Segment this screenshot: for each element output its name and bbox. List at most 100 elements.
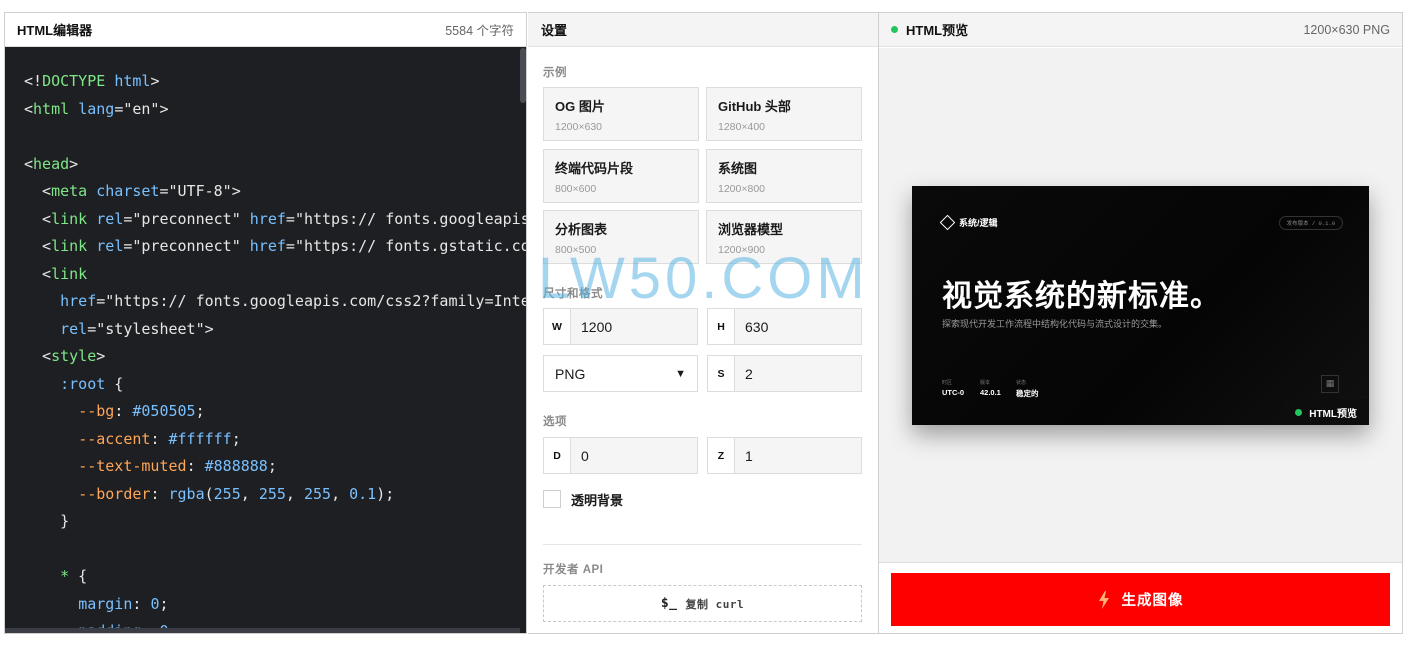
zoom-value[interactable]: 1 [735,448,753,464]
height-field[interactable]: H 630 [707,308,862,345]
diamond-logo-icon [939,214,956,231]
editor-title: HTML编辑器 [17,23,93,38]
copy-curl-label: 复制 curl [685,597,745,611]
delay-key: D [544,438,571,473]
preset-size: 1200×630 [555,121,603,133]
og-brand-text: 系统/逻辑 [959,218,998,228]
preset-github-header[interactable]: GitHub 头部 1280×400 [706,87,862,141]
height-key: H [708,309,735,344]
settings-title: 设置 [541,23,568,38]
og-stat-key: 版本 [980,380,991,386]
settings-header: 设置 [528,13,878,47]
transparent-label: 透明背景 [571,493,624,508]
format-value: PNG [555,365,586,382]
preset-system-diagram[interactable]: 系统图 1200×800 [706,149,862,203]
preset-name: 分析图表 [555,222,608,237]
code-line: <head> [24,154,79,173]
zoom-field[interactable]: Z 1 [707,437,862,474]
code-line: <html lang="en"> [24,99,169,118]
copy-curl-button[interactable]: $_ 复制 curl [543,585,862,622]
og-stat-key: 状态 [1016,380,1027,386]
delay-field[interactable]: D 0 [543,437,698,474]
og-stat-version: 版本 42.0.1 [980,379,1001,397]
scale-value[interactable]: 2 [735,366,753,382]
code-line: } [24,512,70,530]
code-editor[interactable]: <!DOCTYPE html> <html lang="en"> <head> <… [5,48,526,633]
settings-panel: 设置 示例 OG 图片 1200×630 GitHub 头部 1280×400 … [528,12,878,634]
char-count: 5584 个字符 [445,24,514,38]
code-line: <style> [24,347,106,365]
code-line: href="https:// fonts.googleapis.com/css2… [60,292,526,310]
preset-size: 1200×800 [718,183,766,195]
og-stat-status: 状态 稳定的 [1016,379,1039,399]
preview-panel: HTML预览 1200×630 PNG 系统/逻辑 发布版本 / 0.1.0 视… [878,12,1403,634]
code-line: --border: rgba(255, 255, 255, 0.1); [78,484,395,503]
preset-terminal-snippet[interactable]: 终端代码片段 800×600 [543,149,699,203]
scale-key: S [708,356,735,391]
size-format-label: 尺寸和格式 [543,288,603,300]
og-brand: 系统/逻辑 [939,214,998,231]
delay-value[interactable]: 0 [571,448,589,464]
og-headline: 视觉系统的新标准。 [942,279,1221,314]
transparent-checkbox[interactable] [543,490,561,508]
options-label: 选项 [543,416,567,428]
width-key: W [544,309,571,344]
preset-size: 1280×400 [718,121,766,133]
code-line: <!DOCTYPE html> [24,72,160,90]
height-value[interactable]: 630 [735,319,768,335]
preset-size: 800×500 [555,244,597,256]
code-line: --bg: #050505; [78,402,205,420]
zoom-key: Z [708,438,735,473]
preset-name: 浏览器模型 [718,222,784,237]
preset-og-image[interactable]: OG 图片 1200×630 [543,87,699,141]
code-line: :root { [60,374,124,393]
scale-field[interactable]: S 2 [707,355,862,392]
og-version-badge: 发布版本 / 0.1.0 [1278,216,1343,230]
code-line: --accent: #ffffff; [78,429,241,448]
code-line: <link [24,264,88,283]
width-value[interactable]: 1200 [571,319,612,335]
og-preview-pill: HTML预览 [1283,399,1369,425]
code-line: * { [60,567,88,585]
preset-name: OG 图片 [555,99,605,114]
status-dot-icon [891,26,898,33]
preview-footer: 生成图像 [879,562,1402,633]
preview-title: HTML预览 [906,23,969,38]
editor-scrollbar-horizontal[interactable] [5,628,520,633]
og-stat-timezone: 时区 UTC-0 [942,379,964,397]
editor-scrollbar-vertical[interactable] [520,48,526,103]
preset-name: 终端代码片段 [555,161,634,176]
lightning-icon [1098,590,1109,609]
preset-browser-mockup[interactable]: 浏览器模型 1200×900 [706,210,862,264]
preview-stage: 系统/逻辑 发布版本 / 0.1.0 视觉系统的新标准。 探索现代开发工作流程中… [879,48,1402,562]
og-stat-value: UTC-0 [942,388,965,397]
generate-image-button[interactable]: 生成图像 [891,573,1390,626]
dev-api-label: 开发者 API [543,564,604,576]
preset-name: 系统图 [718,161,758,176]
generate-image-label: 生成图像 [1121,593,1184,609]
og-pill-label: HTML预览 [1309,408,1357,420]
terminal-icon: $_ [660,596,678,611]
editor-header: HTML编辑器 5584 个字符 [5,13,526,47]
output-size: 1200×630 PNG [1303,22,1390,37]
width-field[interactable]: W 1200 [543,308,698,345]
code-line: <meta charset="UTF-8"> [24,182,241,200]
chevron-down-icon: ▼ [675,367,686,380]
code-line: <link rel="preconnect" href="https:// fo… [24,209,526,228]
status-dot-icon [1295,408,1303,416]
examples-label: 示例 [543,67,567,79]
qr-code-icon: ▦ [1321,375,1339,393]
og-preview-image: 系统/逻辑 发布版本 / 0.1.0 视觉系统的新标准。 探索现代开发工作流程中… [912,186,1369,425]
preset-size: 1200×900 [718,244,766,256]
og-stat-value: 42.0.1 [980,388,1001,397]
preview-header: HTML预览 1200×630 PNG [879,13,1402,47]
preset-name: GitHub 头部 [718,99,791,114]
preview-title-wrap: HTML预览 [891,20,968,39]
og-stat-value: 稳定的 [1016,389,1039,398]
og-subtitle: 探索现代开发工作流程中结构化代码与流式设计的交集。 [942,319,1168,329]
format-select[interactable]: PNG ▼ [543,355,698,392]
preset-analytics-chart[interactable]: 分析图表 800×500 [543,210,699,264]
html-editor-panel: HTML编辑器 5584 个字符 <!DOCTYPE html> <html la… [4,12,527,634]
